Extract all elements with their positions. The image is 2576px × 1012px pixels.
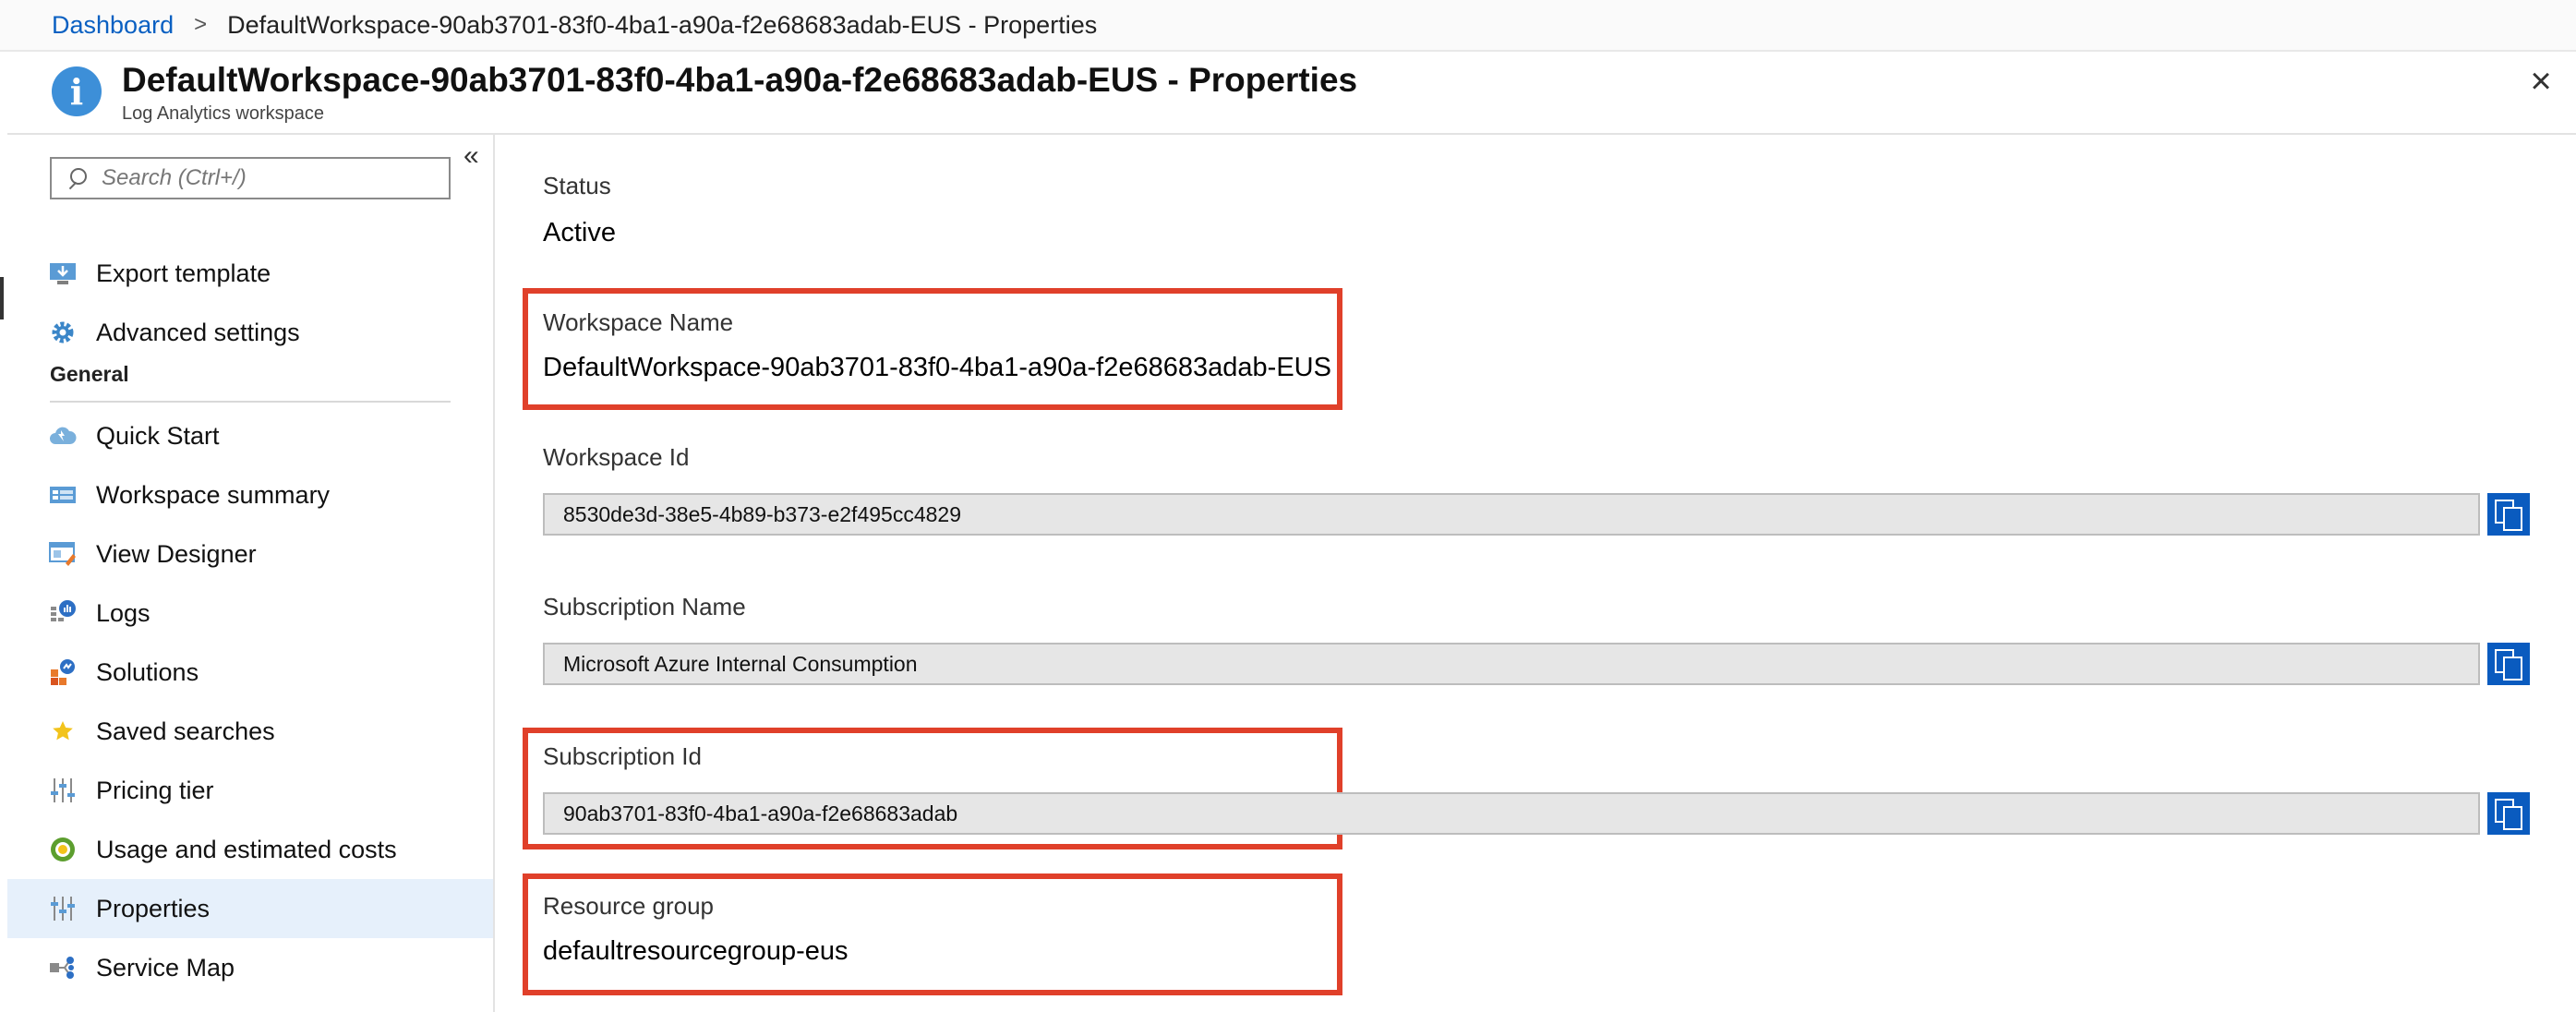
subscription-id-label: Subscription Id: [543, 742, 702, 770]
sidebar-item-view-designer[interactable]: View Designer: [7, 524, 493, 584]
breadcrumb-current: DefaultWorkspace-90ab3701-83f0-4ba1-a90a…: [227, 10, 1098, 39]
copy-icon: [2495, 799, 2522, 830]
sidebar-item-label: Quick Start: [96, 421, 220, 450]
copy-icon: [2495, 500, 2522, 531]
close-icon[interactable]: ×: [2522, 63, 2559, 100]
sidebar-item-pricing-tier[interactable]: Pricing tier: [7, 761, 493, 820]
subscription-name-value: Microsoft Azure Internal Consumption: [563, 651, 918, 676]
sidebar-item-properties[interactable]: Properties: [7, 879, 493, 938]
left-edge: [0, 135, 7, 1012]
sidebar-item-saved-searches[interactable]: Saved searches: [7, 702, 493, 761]
workspace-id-value: 8530de3d-38e5-4b89-b373-e2f495cc4829: [563, 501, 961, 526]
sidebar-item-quick-start[interactable]: Quick Start: [7, 406, 493, 465]
sidebar-item-label: Service Map: [96, 953, 235, 982]
sidebar-item-label: Usage and estimated costs: [96, 835, 397, 863]
copy-subscription-id-button[interactable]: [2487, 792, 2530, 835]
sidebar-item-label: Workspace summary: [96, 480, 331, 509]
sliders-icon: [48, 776, 78, 805]
left-edge-marker: [0, 277, 4, 319]
sidebar-item-label: Saved searches: [96, 717, 275, 745]
export-template-icon: [48, 259, 78, 288]
sidebar-item-solutions[interactable]: Solutions: [7, 643, 493, 702]
gear-icon: [48, 318, 78, 347]
properties-icon: [48, 894, 78, 923]
subscription-name-field[interactable]: Microsoft Azure Internal Consumption: [543, 643, 2480, 685]
service-map-icon: [48, 953, 78, 982]
copy-workspace-id-button[interactable]: [2487, 493, 2530, 536]
sidebar-item-export-template[interactable]: Export template: [7, 244, 493, 303]
sidebar-item-label: Export template: [96, 259, 271, 287]
page-title: DefaultWorkspace-90ab3701-83f0-4ba1-a90a…: [122, 61, 1358, 99]
resource-group-value: defaultresourcegroup-eus: [543, 936, 849, 966]
resource-group-label: Resource group: [543, 892, 714, 920]
status-value: Active: [543, 218, 616, 247]
breadcrumb-dashboard-link[interactable]: Dashboard: [52, 11, 174, 40]
sidebar-item-service-map[interactable]: Service Map: [7, 938, 493, 997]
copy-icon: [2495, 649, 2522, 681]
star-icon: [48, 717, 78, 746]
sidebar-item-label: Pricing tier: [96, 776, 214, 804]
copy-subscription-name-button[interactable]: [2487, 643, 2530, 685]
subscription-id-value: 90ab3701-83f0-4ba1-a90a-f2e68683adab: [563, 801, 958, 825]
logs-icon: [48, 598, 78, 628]
search-icon: [65, 166, 89, 190]
sidebar-item-label: Logs: [96, 598, 150, 627]
highlight-box-workspace-name: [523, 288, 1342, 410]
sidebar-item-advanced-settings[interactable]: Advanced settings: [7, 303, 493, 362]
sidebar-item-label: Properties: [96, 894, 211, 922]
sidebar-item-label: View Designer: [96, 539, 257, 568]
breadcrumb: Dashboard > DefaultWorkspace-90ab3701-83…: [0, 0, 2576, 52]
workspace-id-field[interactable]: 8530de3d-38e5-4b89-b373-e2f495cc4829: [543, 493, 2480, 536]
usage-icon: [48, 835, 78, 864]
collapse-sidebar-icon[interactable]: «: [463, 142, 479, 170]
subscription-id-field[interactable]: 90ab3701-83f0-4ba1-a90a-f2e68683adab: [543, 792, 2480, 835]
info-icon: i: [52, 66, 102, 116]
sidebar-item-label: Solutions: [96, 657, 199, 686]
section-divider: [50, 401, 451, 403]
sidebar-item-workspace-summary[interactable]: Workspace summary: [7, 465, 493, 524]
properties-panel: Status Active Workspace Name DefaultWork…: [497, 135, 2576, 1012]
cloud-icon: [48, 421, 78, 451]
workspace-id-label: Workspace Id: [543, 443, 690, 471]
summary-icon: [48, 480, 78, 510]
page-subtitle: Log Analytics workspace: [122, 103, 325, 124]
sidebar: « Export template Advanced settings Gene…: [7, 135, 495, 1012]
workspace-name-label: Workspace Name: [543, 308, 734, 336]
sidebar-item-usage-and-estimated-costs[interactable]: Usage and estimated costs: [7, 820, 493, 879]
workspace-name-value: DefaultWorkspace-90ab3701-83f0-4ba1-a90a…: [543, 353, 1331, 382]
sidebar-item-logs[interactable]: Logs: [7, 584, 493, 643]
solutions-icon: [48, 657, 78, 687]
blade-header: i DefaultWorkspace-90ab3701-83f0-4ba1-a9…: [7, 52, 2576, 135]
section-header-general: General: [50, 362, 129, 386]
sidebar-search[interactable]: [50, 157, 451, 199]
designer-icon: [48, 539, 78, 569]
search-input[interactable]: [102, 165, 434, 191]
status-label: Status: [543, 172, 611, 199]
chevron-right-icon: >: [194, 12, 208, 37]
subscription-name-label: Subscription Name: [543, 593, 746, 620]
sidebar-item-label: Advanced settings: [96, 318, 300, 346]
